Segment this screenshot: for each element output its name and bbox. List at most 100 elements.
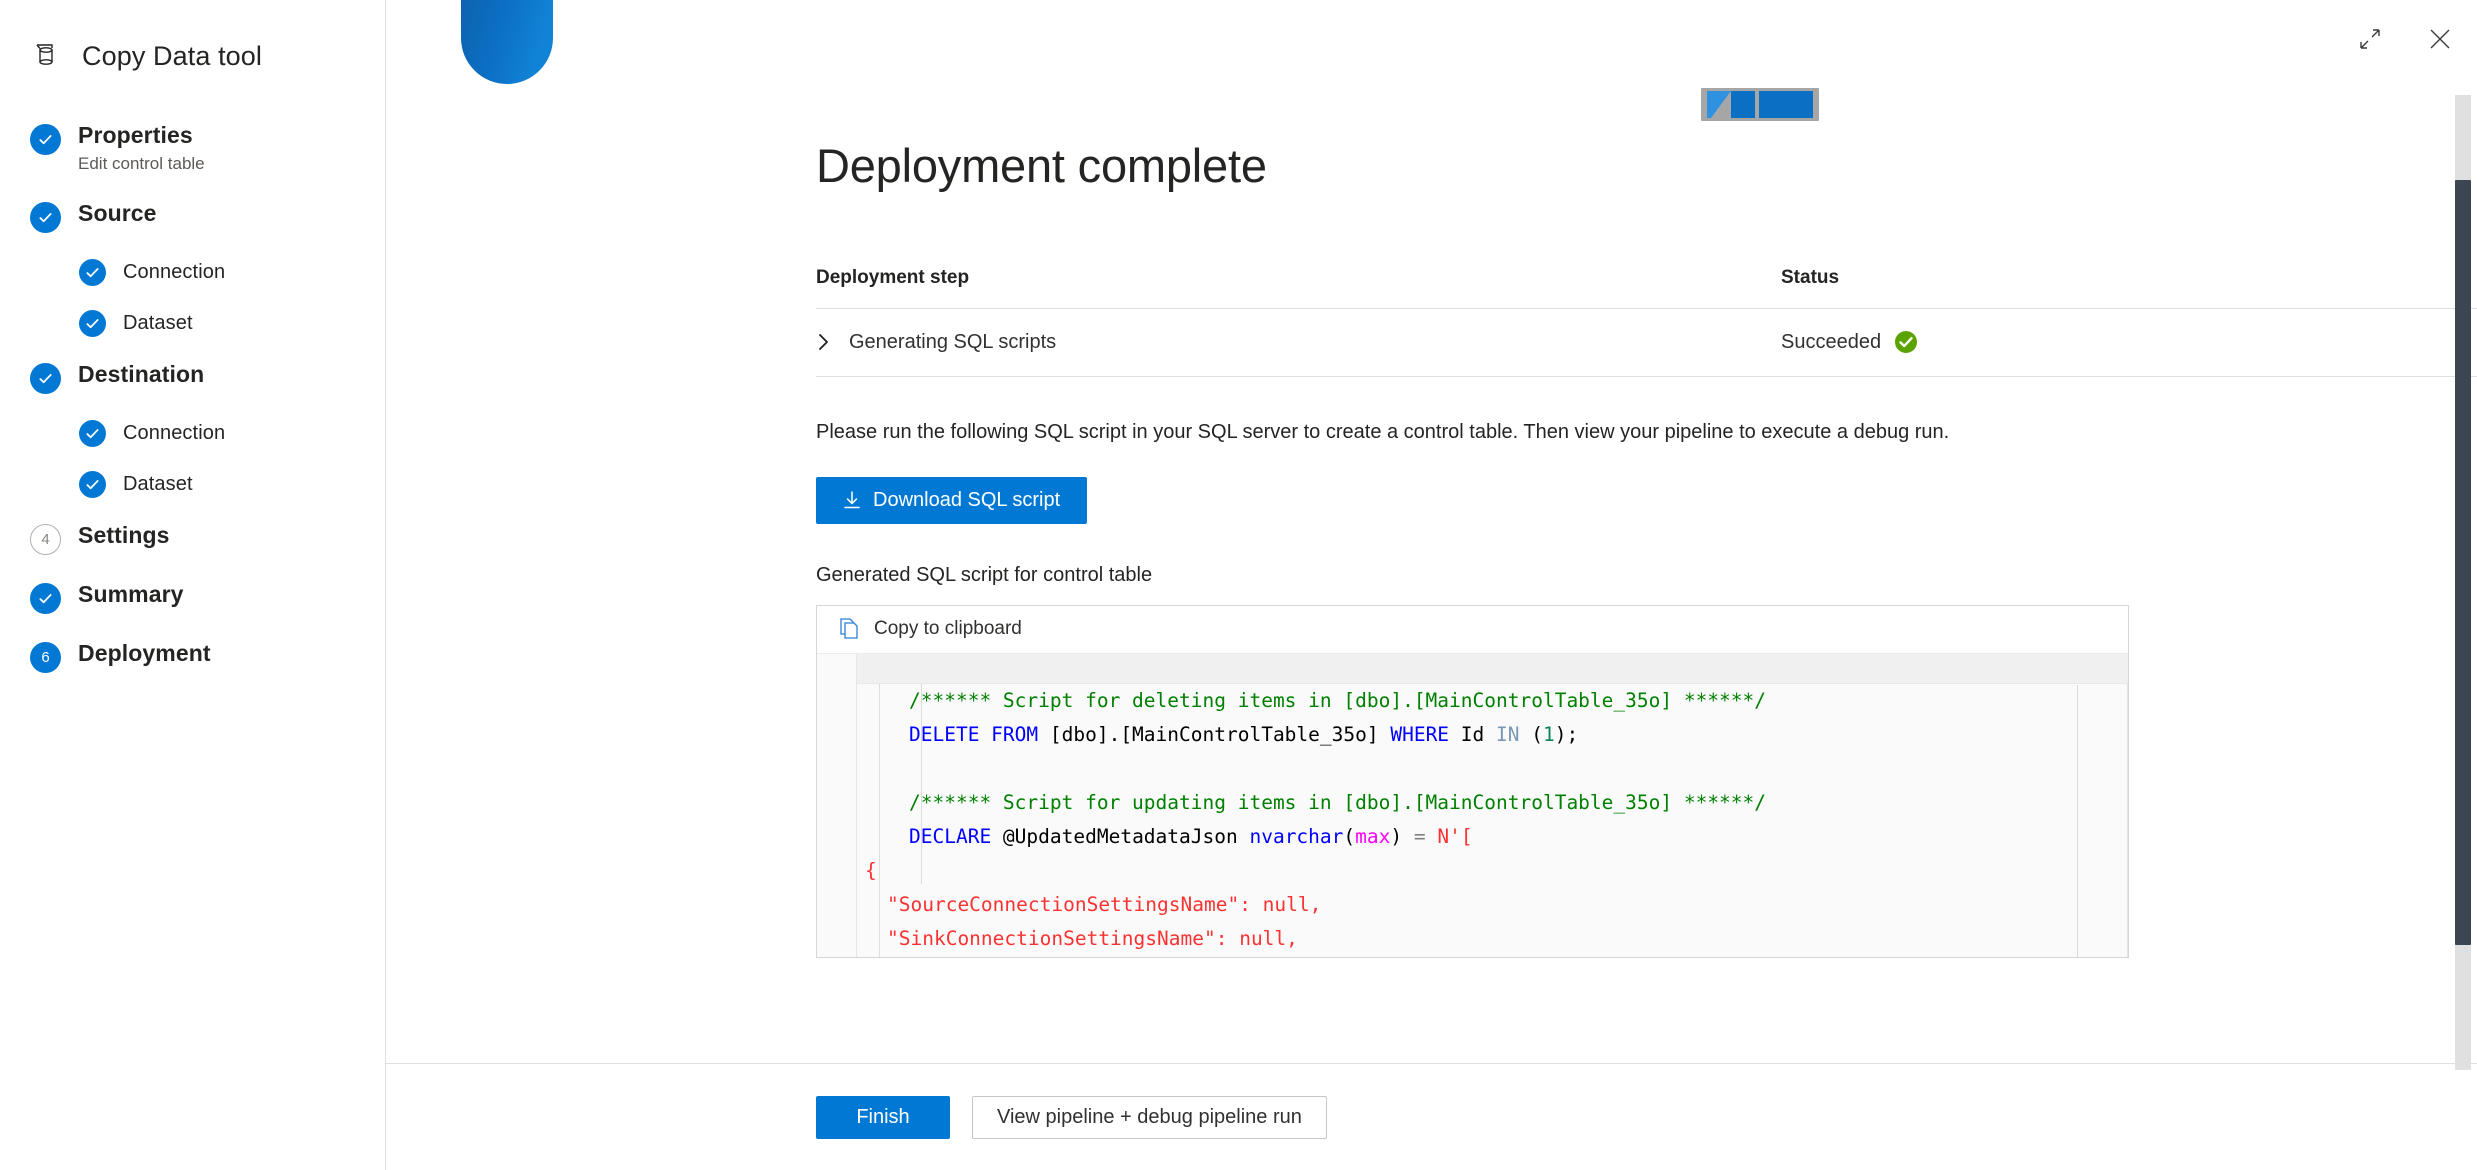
code-token: IN (1496, 722, 1520, 746)
editor-body[interactable]: /****** Script for deleting items in [db… (817, 653, 2128, 957)
download-icon (843, 490, 861, 510)
sidebar-item-label: Summary (78, 581, 184, 608)
sidebar-item-label: Destination (78, 361, 205, 388)
deployment-step-name: Generating SQL scripts (849, 330, 1057, 353)
check-circle-green-icon (1894, 330, 1918, 354)
code-token: ( (1519, 722, 1543, 746)
sidebar-item-label: Source (78, 200, 157, 227)
code-token: "SinkConnectionSettingsName": null, (887, 926, 1298, 950)
window-controls (2353, 22, 2457, 56)
sidebar-item-source[interactable]: Source (0, 200, 385, 234)
code-line: "SourceConnectionSettingsName": null, (857, 888, 2128, 922)
check-icon (30, 202, 61, 234)
code-token: ) (1390, 824, 1414, 848)
code-line: { (857, 854, 2128, 888)
editor-code-area[interactable]: /****** Script for deleting items in [db… (857, 653, 2128, 957)
editor-toolbar: Copy to clipboard (817, 605, 2128, 654)
code-token: DECLARE (909, 824, 992, 848)
main-pane: Deployment complete Deployment step Stat… (386, 0, 2477, 1170)
table-row[interactable]: Generating SQL scripts Succeeded (816, 309, 2477, 377)
sidebar-item-label: Dataset (123, 311, 193, 334)
sidebar-item-label: Settings (78, 522, 170, 549)
editor-scrollbar[interactable] (2127, 683, 2128, 957)
wizard-step-list: Properties Edit control table Source Connec… (0, 122, 385, 674)
download-sql-script-button[interactable]: Download SQL script (816, 476, 1088, 524)
code-token: "SourceConnectionSettingsName": null, (887, 892, 1322, 916)
app-brand: Copy Data tool (0, 0, 385, 74)
code-token: max (1355, 824, 1391, 848)
sidebar-item-summary[interactable]: Summary (0, 581, 385, 615)
sidebar-item-sublabel: Edit control table (78, 154, 205, 174)
copy-pages-icon[interactable] (839, 617, 861, 641)
code-token: [dbo].[MainControlTable_35o] (1038, 722, 1391, 746)
editor-top-strip (857, 653, 2128, 684)
code-line: /****** Script for deleting items in [db… (857, 684, 2128, 718)
column-header-status: Status (1781, 266, 1840, 288)
sql-script-editor[interactable]: Copy to clipboard /****** Script for del… (816, 604, 2129, 958)
check-icon (30, 583, 61, 615)
check-icon (79, 259, 106, 287)
finish-button[interactable]: Finish (816, 1095, 950, 1139)
sidebar-item-dataset[interactable]: Dataset (0, 310, 385, 338)
step-number-badge: 4 (30, 524, 61, 556)
code-line: /****** Script for updating items in [db… (857, 786, 2128, 820)
code-line: DELETE FROM [dbo].[MainControlTable_35o]… (857, 718, 2128, 752)
expand-icon[interactable] (2353, 22, 2387, 56)
code-token: Id (1449, 722, 1497, 746)
generated-script-label: Generated SQL script for control table (816, 563, 1153, 586)
sidebar-item-label: Deployment (78, 640, 211, 667)
check-icon (79, 310, 106, 338)
code-line: DECLARE @UpdatedMetadataJson nvarchar(ma… (857, 820, 2128, 854)
code-token: @UpdatedMetadataJson (991, 824, 1250, 848)
view-pipeline-debug-run-button[interactable]: View pipeline + debug pipeline run (972, 1095, 1327, 1139)
app-title: Copy Data tool (82, 40, 262, 71)
sidebar-item-connection[interactable]: Connection (0, 259, 385, 287)
step-number-badge: 6 (30, 642, 61, 674)
code-token: DELETE FROM (909, 722, 1039, 746)
sidebar-item-label: Dataset (123, 472, 193, 495)
page-title: Deployment complete (816, 139, 1267, 192)
deployment-step-table: Deployment step Status Generating SQL sc (816, 267, 2477, 377)
status-text: Succeeded (1781, 330, 1882, 353)
wizard-sidebar: Copy Data tool Properties Edit control ta… (0, 0, 386, 1170)
sidebar-item-destination[interactable]: Destination (0, 361, 385, 395)
editor-gutter (817, 653, 857, 957)
code-token: nvarchar (1249, 824, 1344, 848)
sidebar-item-dataset[interactable]: Dataset (0, 471, 385, 499)
copy-to-clipboard-button[interactable]: Copy to clipboard (874, 618, 1022, 640)
sidebar-item-label: Connection (123, 421, 226, 444)
code-token: ); (1554, 722, 1579, 746)
table-header-row: Deployment step Status (816, 267, 2477, 309)
column-header-deployment-step: Deployment step (816, 266, 970, 288)
sidebar-item-label: Connection (123, 260, 226, 283)
chevron-right-icon[interactable] (816, 334, 832, 351)
editor-vertical-ruler (2077, 684, 2078, 957)
main-scrollbar-track[interactable] (2455, 95, 2471, 1070)
instruction-text: Please run the following SQL script in y… (816, 420, 1950, 443)
database-icon (28, 38, 64, 74)
code-token: N'[ (1425, 824, 1473, 848)
close-icon[interactable] (2423, 22, 2457, 56)
sidebar-item-properties[interactable]: Properties Edit control table (0, 122, 385, 174)
code-token: WHERE (1390, 722, 1450, 746)
code-token: 1 (1542, 722, 1555, 746)
code-token: = (1413, 824, 1426, 848)
check-icon (30, 124, 61, 155)
sql-code-content[interactable]: /****** Script for deleting items in [db… (857, 684, 2128, 956)
sidebar-item-settings[interactable]: 4 Settings (0, 522, 385, 556)
content-scroll-area: Deployment complete Deployment step Stat… (386, 0, 2477, 1063)
check-icon (30, 363, 61, 395)
code-token: /****** Script for deleting items in [db… (909, 688, 1767, 712)
copy-data-tool-window: Copy Data tool Properties Edit control ta… (0, 0, 2477, 1170)
sidebar-item-connection[interactable]: Connection (0, 420, 385, 448)
download-button-label: Download SQL script (873, 488, 1061, 511)
sidebar-item-deployment[interactable]: 6 Deployment (0, 640, 385, 674)
code-token: ( (1343, 824, 1356, 848)
check-icon (79, 420, 106, 448)
deployment-step-status: Succeeded (1781, 330, 1918, 354)
footer-actions: Finish View pipeline + debug pipeline ru… (386, 1063, 2477, 1170)
main-scrollbar-thumb[interactable] (2455, 180, 2471, 945)
sidebar-item-label: Properties (78, 122, 193, 148)
code-token: { (865, 858, 877, 882)
